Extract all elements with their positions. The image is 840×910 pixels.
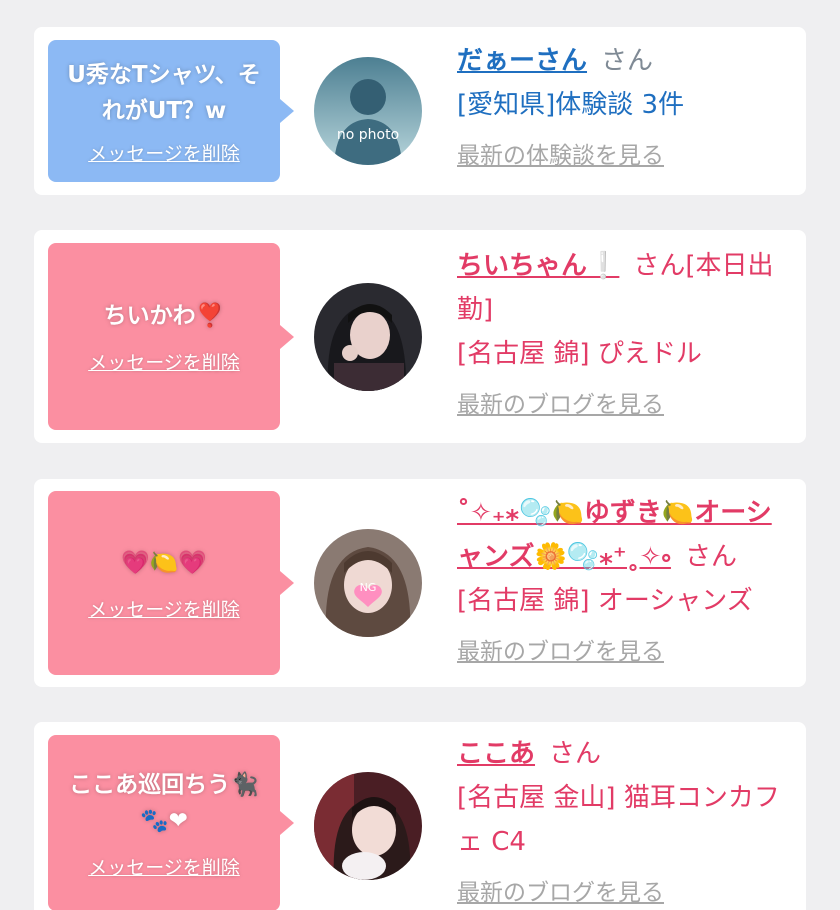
person-silhouette-icon bbox=[314, 57, 422, 165]
avatar-label: NG bbox=[359, 581, 377, 594]
message-text: ちいかわ❣️ bbox=[103, 303, 225, 329]
message-text: 💗🍋💗 bbox=[121, 549, 207, 576]
avatar[interactable] bbox=[314, 772, 422, 880]
region-info: [名古屋 金山] 猫耳コンカフェ C4 bbox=[457, 783, 780, 857]
avatar-label: no photo bbox=[336, 127, 400, 143]
user-name-link[interactable]: だぁーさん bbox=[457, 46, 587, 76]
name-line: ちいちゃん❕ さん[本日出勤] bbox=[457, 244, 797, 332]
view-latest-link[interactable]: 最新の体験談を見る bbox=[457, 139, 797, 173]
region-info: [愛知県]体験談 3件 bbox=[457, 90, 685, 120]
message-card: ちいかわ❣️ メッセージを削除 ちいちゃん❕ さん[本日出勤] [名古屋 錦] ぴ… bbox=[34, 230, 806, 443]
message-bubble: ちいかわ❣️ メッセージを削除 bbox=[48, 243, 294, 430]
user-info: だぁーさん さん [愛知県]体験談 3件 最新の体験談を見る bbox=[457, 39, 797, 173]
view-latest-link[interactable]: 最新のブログを見る bbox=[457, 388, 797, 422]
view-latest-link[interactable]: 最新のブログを見る bbox=[457, 635, 797, 669]
user-name-link[interactable]: ちいちゃん❕ bbox=[457, 251, 619, 281]
delete-message-link[interactable]: メッセージを削除 bbox=[88, 853, 240, 880]
name-line: だぁーさん さん bbox=[457, 39, 797, 83]
avatar[interactable] bbox=[314, 283, 422, 391]
region-info: [名古屋 錦] ぴえドル bbox=[457, 339, 702, 369]
honorific: さん bbox=[633, 251, 686, 281]
region-info: [名古屋 錦] オーシャンズ bbox=[457, 586, 753, 616]
user-info: ˚✧₊⁎🫧🍋ゆずき🍋オーシャンズ🌼🫧⁎⁺˳✧༚ さん [名古屋 錦] オーシャンズ… bbox=[457, 491, 797, 669]
profile-photo bbox=[314, 772, 422, 880]
delete-message-link[interactable]: メッセージを削除 bbox=[88, 348, 240, 375]
name-line: ここあ さん bbox=[457, 732, 797, 776]
honorific: さん bbox=[601, 46, 654, 76]
message-card: U秀なTシャツ、それがUT？w メッセージを削除 no photo だぁーさんさ… bbox=[34, 27, 806, 195]
avatar-no-photo[interactable]: no photo bbox=[314, 57, 422, 165]
user-info: ここあ さん [名古屋 金山] 猫耳コンカフェ C4 最新のブログを見る bbox=[457, 732, 797, 910]
message-bubble: 💗🍋💗 メッセージを削除 bbox=[48, 491, 294, 675]
message-bubble: U秀なTシャツ、それがUT？w メッセージを削除 bbox=[48, 40, 294, 182]
avatar[interactable]: NG bbox=[314, 529, 422, 637]
message-text: ここあ巡回ちう🐈‍⬛🐾❤ bbox=[69, 771, 259, 834]
user-info: ちいちゃん❕ さん[本日出勤] [名古屋 錦] ぴえドル 最新のブログを見る bbox=[457, 244, 797, 422]
honorific: さん bbox=[549, 739, 602, 769]
delete-message-link[interactable]: メッセージを削除 bbox=[88, 595, 240, 622]
user-name-link[interactable]: ここあ bbox=[457, 739, 535, 769]
profile-photo bbox=[314, 283, 422, 391]
name-line: ˚✧₊⁎🫧🍋ゆずき🍋オーシャンズ🌼🫧⁎⁺˳✧༚ さん bbox=[457, 491, 797, 579]
message-card: ここあ巡回ちう🐈‍⬛🐾❤ メッセージを削除 ここあ さん [名古屋 金山] 猫耳コ… bbox=[34, 722, 806, 910]
message-bubble: ここあ巡回ちう🐈‍⬛🐾❤ メッセージを削除 bbox=[48, 735, 294, 910]
honorific: さん bbox=[684, 542, 737, 572]
delete-message-link[interactable]: メッセージを削除 bbox=[88, 139, 240, 166]
view-latest-link[interactable]: 最新のブログを見る bbox=[457, 876, 797, 910]
message-card: 💗🍋💗 メッセージを削除 NG ˚✧₊⁎🫧🍋ゆずき🍋オーシャンズ🌼🫧⁎⁺˳✧༚ さ… bbox=[34, 479, 806, 687]
message-text: U秀なTシャツ、それがUT？w bbox=[67, 61, 261, 124]
